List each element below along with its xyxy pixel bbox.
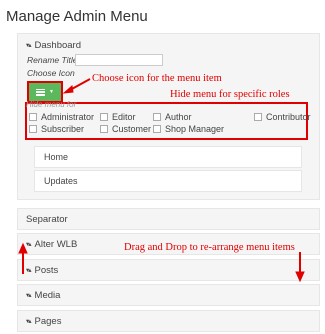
role-checkbox-shop-manager[interactable]: Shop Manager	[153, 124, 224, 134]
role-checkbox-contributor[interactable]: Contributor	[254, 112, 311, 122]
checkbox[interactable]	[100, 125, 108, 133]
menu-item-posts[interactable]: ▾▴ Posts	[17, 259, 320, 281]
annotation-hide-menu: Hide menu for specific roles	[170, 89, 290, 100]
caret-icon: ▾▴	[26, 292, 31, 299]
menu-item-label: Alter WLB	[34, 238, 78, 250]
rename-title-input[interactable]	[75, 54, 163, 66]
menu-item-label: Pages	[34, 315, 62, 327]
choose-icon-label: Choose Icon	[27, 68, 75, 78]
checkbox[interactable]	[29, 113, 37, 121]
menu-item-dashboard: ▾▴ Dashboard Rename Title Choose Icon ▼ …	[17, 33, 320, 200]
role-checkbox-customer[interactable]: Customer	[100, 124, 151, 134]
submenu-item-updates[interactable]: Updates	[34, 170, 302, 192]
hamburger-icon	[36, 88, 46, 96]
submenu-item-home[interactable]: Home	[34, 146, 302, 168]
menu-item-label: Posts	[34, 264, 59, 276]
menu-item-label: Media	[34, 289, 61, 301]
checkbox[interactable]	[153, 125, 161, 133]
menu-item-label: Separator	[26, 213, 68, 225]
menu-item-separator[interactable]: Separator	[17, 208, 320, 230]
caret-icon: ▾▴	[26, 267, 31, 274]
checkbox[interactable]	[29, 125, 37, 133]
caret-icon: ▾▴	[26, 241, 31, 248]
annotation-choose-icon: Choose icon for the menu item	[92, 73, 222, 84]
caret-icon: ▾▴	[26, 318, 31, 325]
caret-icon: ▾▴	[26, 42, 31, 49]
annotation-drag-drop: Drag and Drop to re-arrange menu items	[124, 242, 295, 253]
checkbox[interactable]	[100, 113, 108, 121]
role-checkbox-author[interactable]: Author	[153, 112, 192, 122]
checkbox[interactable]	[254, 113, 262, 121]
role-checkbox-subscriber[interactable]: Subscriber	[29, 124, 84, 134]
role-checkbox-administrator[interactable]: Administrator	[29, 112, 94, 122]
menu-item-media[interactable]: ▾▴ Media	[17, 284, 320, 306]
menu-item-label: Dashboard	[34, 39, 82, 51]
checkbox[interactable]	[153, 113, 161, 121]
menu-header-dashboard[interactable]: ▾▴ Dashboard	[18, 34, 319, 56]
dropdown-caret-icon: ▼	[49, 89, 54, 95]
hide-menu-label: Hide menu for	[26, 100, 77, 109]
page-title: Manage Admin Menu	[6, 8, 148, 25]
role-checkbox-editor[interactable]: Editor	[100, 112, 136, 122]
menu-item-pages[interactable]: ▾▴ Pages	[17, 310, 320, 332]
rename-title-label: Rename Title	[27, 55, 78, 65]
